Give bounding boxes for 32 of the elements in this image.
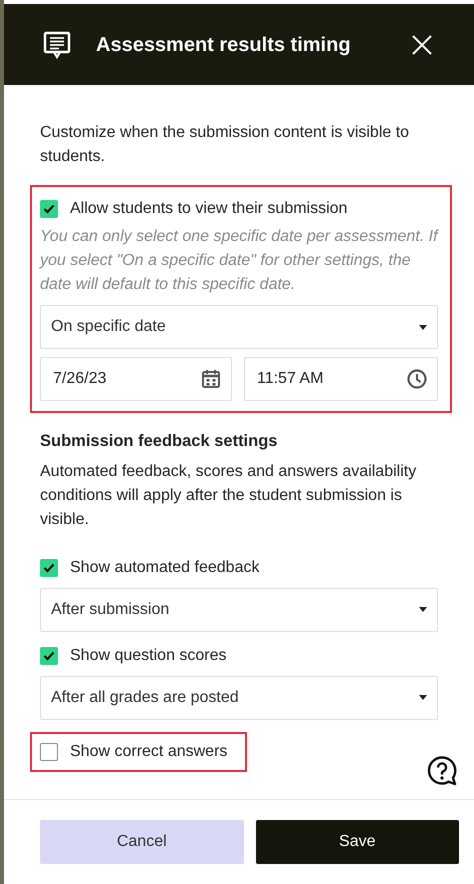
date-option-select[interactable]: On specific date: [40, 305, 438, 349]
release-select[interactable]: After all grades are posted: [40, 676, 438, 720]
checkbox[interactable]: [40, 742, 58, 761]
clock-icon: [407, 369, 427, 389]
release-select[interactable]: After submission: [40, 588, 438, 632]
checkbox-label[interactable]: Show question scores: [70, 644, 227, 668]
checkbox-label[interactable]: Allow students to view their submission: [70, 197, 348, 221]
checkbox-label[interactable]: Show correct answers: [70, 740, 228, 764]
calendar-icon: [201, 369, 221, 389]
caret-icon: [419, 324, 427, 330]
hint-text: You can only select one specific date per assessment. If you select "On a specific date" for other settings, the date will default to this specific date.: [40, 227, 438, 295]
section-heading: Submission feedback settings: [40, 431, 278, 452]
checkbox[interactable]: [40, 200, 58, 218]
checkbox[interactable]: [40, 646, 58, 665]
help-icon[interactable]: [426, 755, 458, 787]
date-field[interactable]: 7/26/23: [40, 357, 232, 401]
message-icon: [42, 30, 72, 60]
caret-icon: [419, 695, 427, 700]
close-icon: [410, 32, 434, 56]
check-icon: [43, 650, 55, 661]
checkbox[interactable]: [40, 558, 58, 577]
caret-icon: [419, 607, 427, 612]
time-field[interactable]: 11:57 AM: [244, 357, 438, 401]
checkbox-label[interactable]: Show automated feedback: [70, 556, 260, 580]
save-button[interactable]: Save: [256, 820, 459, 864]
close-button[interactable]: [410, 32, 434, 56]
check-icon: [43, 562, 55, 573]
panel-title: Assessment results timing: [96, 32, 352, 56]
intro-text: Customize when the submission content is visible to students.: [40, 123, 410, 167]
check-icon: [43, 204, 55, 214]
section-description: Automated feedback, scores and answers availability conditions will apply after the student submission is visible.: [40, 462, 418, 530]
cancel-button[interactable]: Cancel: [40, 820, 244, 864]
